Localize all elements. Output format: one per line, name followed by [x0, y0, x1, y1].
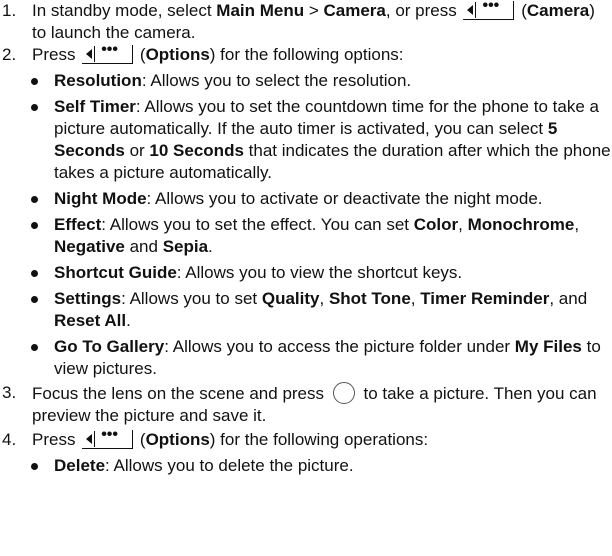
option-desc: : Allows you to set [121, 289, 262, 308]
option-value: Quality [261, 289, 320, 308]
step-text: ( [135, 430, 146, 449]
step-text: ( [516, 1, 527, 20]
bullet-delete: Delete: Allows you to delete the picture… [20, 455, 612, 477]
option-desc: : Allows you to set the effect. You can … [101, 215, 414, 234]
option-value: My Files [514, 337, 582, 356]
bullet-go-to-gallery: Go To Gallery: Allows you to access the … [20, 336, 612, 380]
option-name: Delete [54, 456, 106, 475]
option-value: Color [413, 215, 459, 234]
option-desc: , [319, 289, 329, 308]
option-desc: . [208, 237, 213, 256]
step-4: 4. Press ••• (Options) for the following… [0, 426, 612, 451]
option-name: Go To Gallery [54, 337, 165, 356]
option-value: Monochrome [467, 215, 575, 234]
step-text: ) for the following operations: [209, 430, 429, 449]
menu-term: Camera [526, 1, 590, 20]
menu-term: Options [145, 45, 210, 64]
bullet-icon [31, 296, 38, 303]
bullet-icon [31, 196, 38, 203]
bullet-effect: Effect: Allows you to set the effect. Yo… [20, 214, 612, 258]
menu-term: Camera [323, 1, 386, 20]
option-name: Night Mode [54, 189, 147, 208]
step-number: 2. [2, 45, 17, 64]
menu-term: Options [145, 430, 210, 449]
option-desc: : Allows you to set the countdown time f… [54, 97, 599, 138]
step-number: 1. [2, 1, 17, 20]
option-value: Shot Tone [328, 289, 411, 308]
step-3: 3. Focus the lens on the scene and press… [0, 382, 612, 427]
bullet-icon [31, 344, 38, 351]
option-desc: . [126, 311, 131, 330]
step-2: 2. Press ••• (Options) for the following… [0, 41, 612, 66]
option-name: Settings [54, 289, 122, 308]
manual-page: { "softkey_glyph": "•••", "step1": { "nu… [0, 0, 612, 556]
option-name: Effect [54, 215, 102, 234]
step-text: ) for the following options: [209, 45, 404, 64]
bullet-shortcut-guide: Shortcut Guide: Allows you to view the s… [20, 262, 612, 284]
step-text: In standby mode, select [32, 1, 217, 20]
option-value: Sepia [162, 237, 209, 256]
bullet-icon [31, 463, 38, 470]
bullet-settings: Settings: Allows you to set Quality, Sho… [20, 288, 612, 332]
step-number: 4. [2, 430, 17, 449]
option-desc: , [410, 289, 421, 308]
option-value: Negative [54, 237, 125, 256]
bullet-icon [31, 222, 38, 229]
bullet-resolution: Resolution: Allows you to select the res… [20, 70, 612, 92]
step-1: 1. In standby mode, select Main Menu > C… [0, 0, 612, 44]
option-name: Self Timer [54, 97, 136, 116]
option-desc: : Allows you to delete the picture. [105, 456, 354, 475]
step-text: ( [135, 45, 146, 64]
step-text: > [304, 1, 324, 20]
step-text: Press [32, 430, 81, 449]
left-softkey-icon: ••• [82, 41, 134, 64]
menu-term: Main Menu [216, 1, 305, 20]
option-value: Reset All [54, 311, 127, 330]
option-desc: : Allows you to activate or deactivate t… [146, 189, 543, 208]
option-value: Timer Reminder [420, 289, 550, 308]
step-text: Focus the lens on the scene and press [32, 384, 329, 403]
option-desc: or [124, 141, 150, 160]
step-number: 3. [2, 383, 17, 402]
bullet-icon [31, 104, 38, 111]
option-desc: , and [549, 289, 588, 308]
option-desc: , [574, 215, 580, 234]
option-desc: : Allows you to select the resolution. [141, 71, 412, 90]
bullet-night-mode: Night Mode: Allows you to activate or de… [20, 188, 612, 210]
bullet-icon [31, 78, 38, 85]
center-key-icon [332, 382, 355, 404]
step-text: Press [32, 45, 81, 64]
option-name: Resolution [54, 71, 142, 90]
option-desc: , [458, 215, 468, 234]
option-name: Shortcut Guide [54, 263, 177, 282]
option-desc: : Allows you to view the shortcut keys. [176, 263, 463, 282]
option-desc: and [124, 237, 163, 256]
left-softkey-icon: ••• [463, 0, 515, 20]
option-desc: : Allows you to access the picture folde… [164, 337, 515, 356]
bullet-self-timer: Self Timer: Allows you to set the countd… [20, 96, 612, 184]
option-value: 10 Seconds [149, 141, 244, 160]
bullet-icon [31, 270, 38, 277]
step-text: , or press [385, 1, 462, 20]
left-softkey-icon: ••• [82, 426, 134, 449]
